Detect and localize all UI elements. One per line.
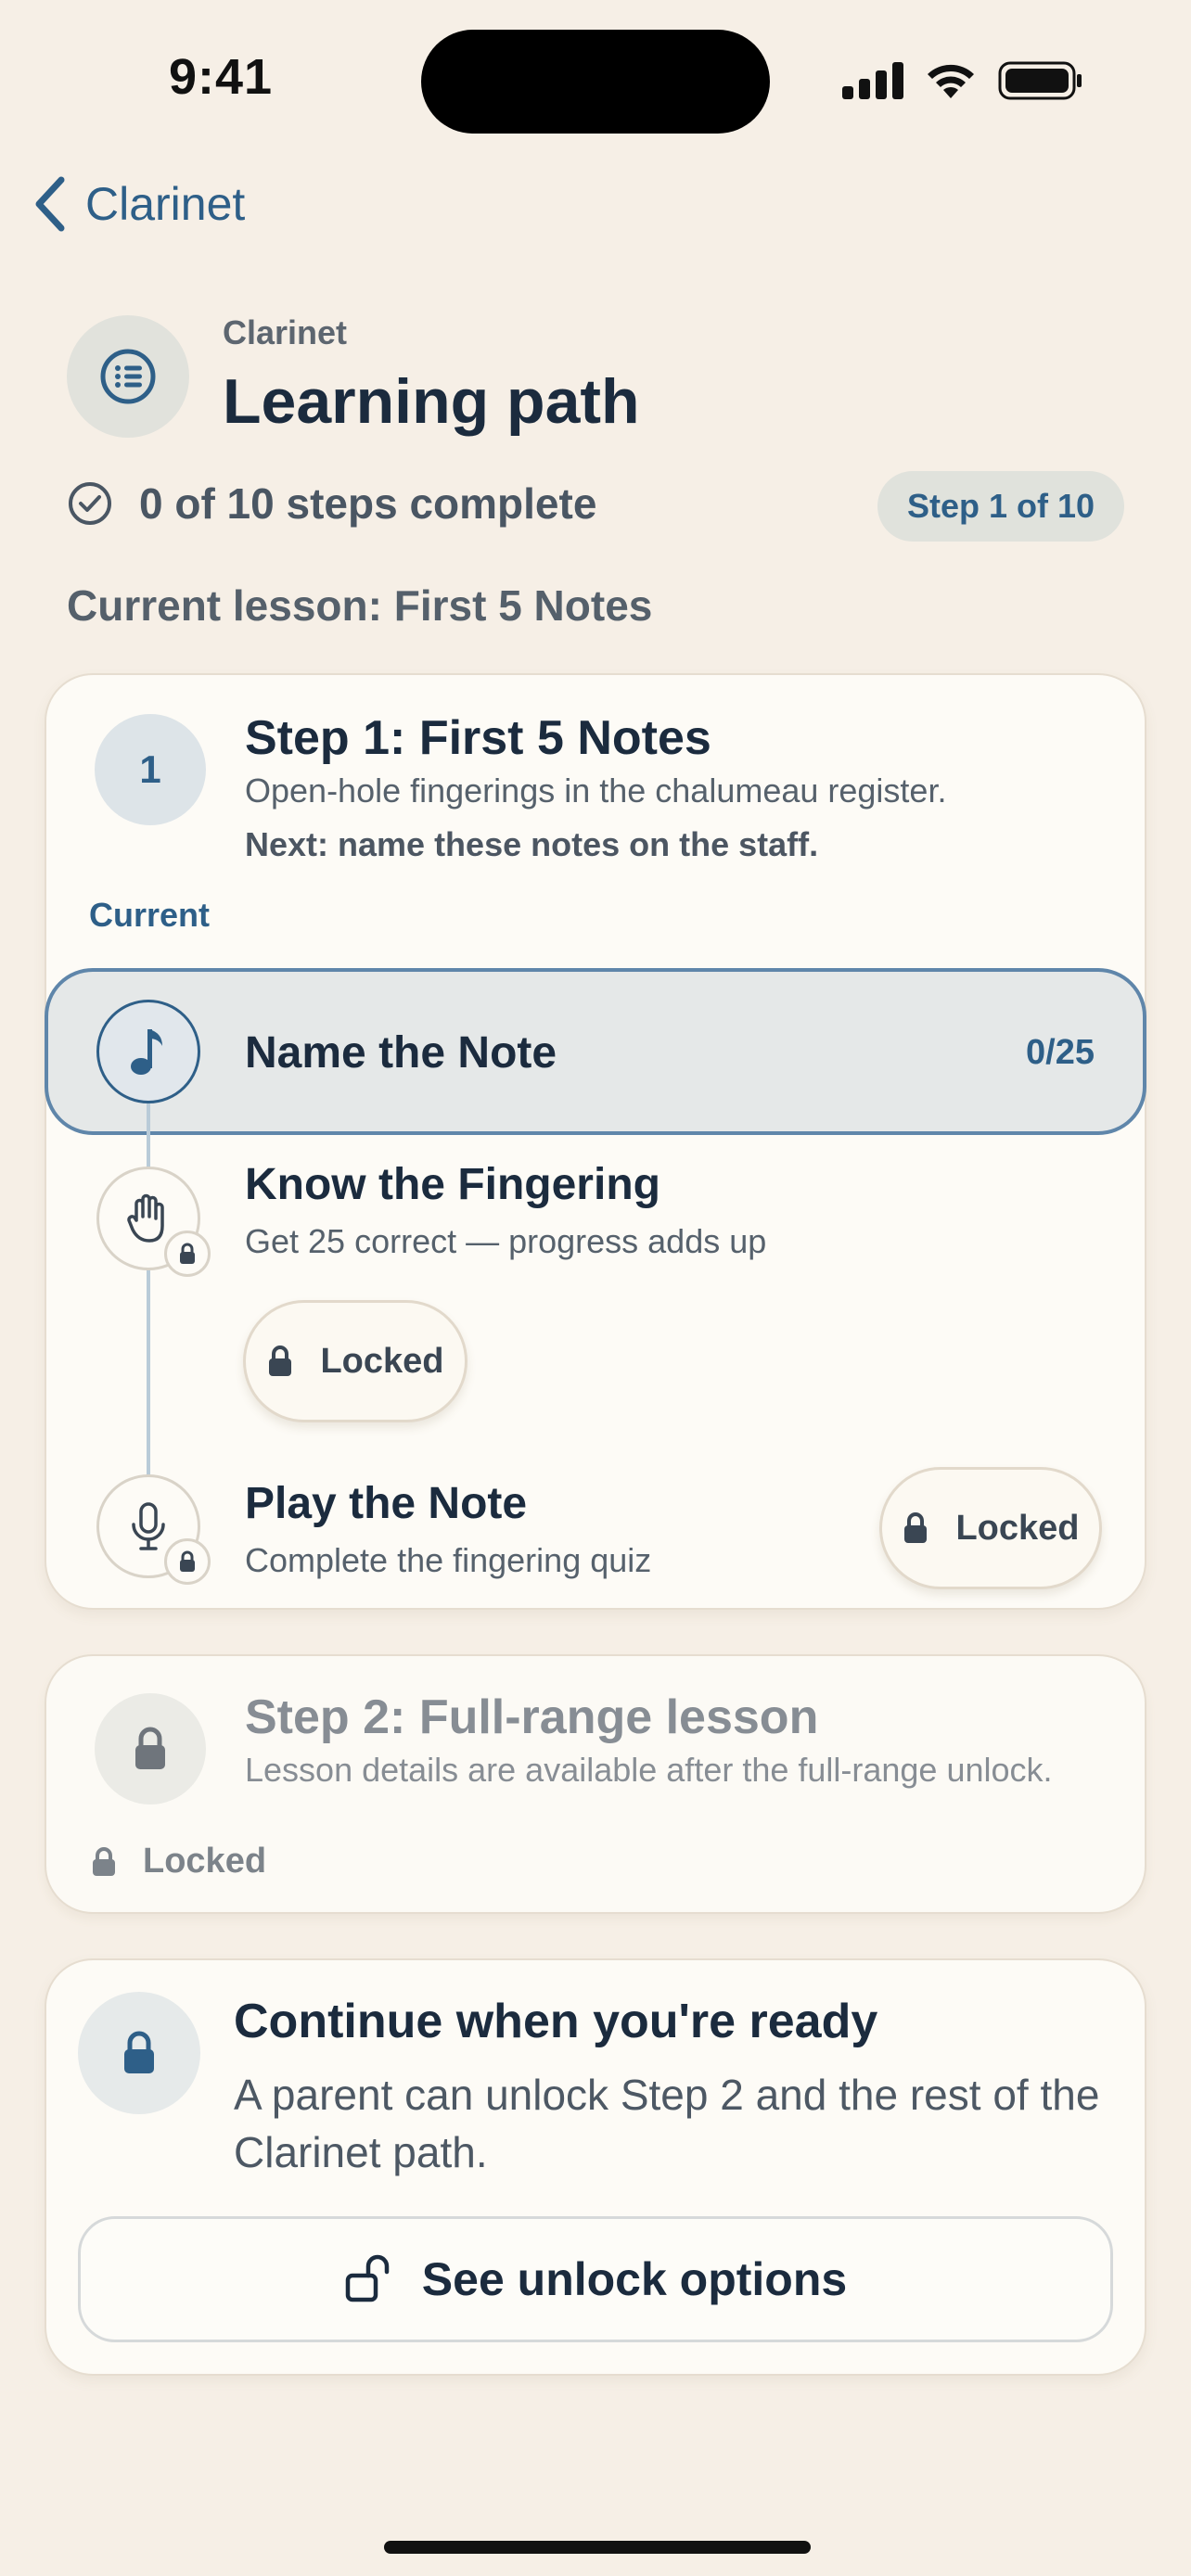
unlock-icon: [345, 2254, 390, 2302]
lock-icon: [269, 1345, 292, 1376]
unlock-button-label: See unlock options: [421, 2253, 848, 2305]
path-connector: [147, 1103, 150, 1493]
step-1-title: Step 1: First 5 Notes: [245, 711, 711, 765]
dynamic-island: [421, 30, 770, 134]
activity-title: Name the Note: [245, 1028, 557, 1078]
activity-score: 0/25: [1026, 1033, 1095, 1072]
lock-icon: [78, 1992, 200, 2114]
chevron-left-icon: [35, 176, 65, 232]
status-icons: [842, 57, 1083, 104]
status-time: 9:41: [169, 49, 274, 105]
progress-summary: 0 of 10 steps complete: [67, 478, 596, 529]
home-indicator[interactable]: [384, 2541, 811, 2554]
step-number-badge: 1: [95, 714, 206, 825]
locked-button[interactable]: Locked: [879, 1467, 1102, 1589]
back-button[interactable]: Clarinet: [33, 176, 245, 232]
lock-icon: [93, 1846, 115, 1876]
wifi-icon: [928, 64, 974, 98]
unlock-card-body: A parent can unlock Step 2 and the rest …: [234, 2071, 1100, 2176]
page-title: Learning path: [223, 366, 640, 437]
step-badge: Step 1 of 10: [877, 471, 1124, 542]
see-unlock-options-button[interactable]: See unlock options: [78, 2216, 1113, 2342]
step-2-title: Step 2: Full-range lesson: [245, 1690, 819, 1744]
instrument-label: Clarinet: [223, 313, 348, 351]
lock-icon: [904, 1512, 928, 1543]
back-label: Clarinet: [85, 178, 246, 230]
progress-text: 0 of 10 steps complete: [139, 479, 597, 528]
activity-subtitle: Get 25 correct — progress adds up: [245, 1222, 767, 1260]
activity-subtitle: Complete the fingering quiz: [245, 1541, 652, 1579]
learning-path-icon: [67, 315, 189, 438]
activity-name-the-note[interactable]: [45, 968, 1146, 1135]
music-note-icon: [96, 1000, 200, 1103]
lock-badge-icon: [164, 1538, 211, 1585]
hand-icon: [96, 1167, 211, 1277]
lock-badge-icon: [164, 1231, 211, 1277]
step-1-description: Open-hole fingerings in the chalumeau re…: [245, 772, 947, 810]
microphone-icon: [96, 1474, 211, 1585]
current-lesson: Current lesson: First 5 Notes: [67, 581, 653, 630]
cellular-signal-icon: [842, 62, 903, 99]
battery-icon: [998, 61, 1082, 100]
lock-icon: [95, 1693, 206, 1804]
unlock-card-title: Continue when you're ready: [234, 1995, 878, 2048]
step-2-locked-status: Locked: [91, 1842, 266, 1881]
check-circle-icon: [69, 482, 111, 525]
activity-title: Play the Note: [245, 1479, 528, 1528]
activity-title: Know the Fingering: [245, 1160, 660, 1209]
current-tag: Current: [89, 896, 211, 934]
locked-button[interactable]: Locked: [243, 1300, 467, 1422]
step-2-description: Lesson details are available after the f…: [245, 1751, 1053, 1789]
locked-label: Locked: [955, 1508, 1080, 1548]
locked-label: Locked: [320, 1341, 444, 1381]
locked-label: Locked: [143, 1842, 267, 1881]
step-1-next: Next: name these notes on the staff.: [245, 825, 819, 863]
